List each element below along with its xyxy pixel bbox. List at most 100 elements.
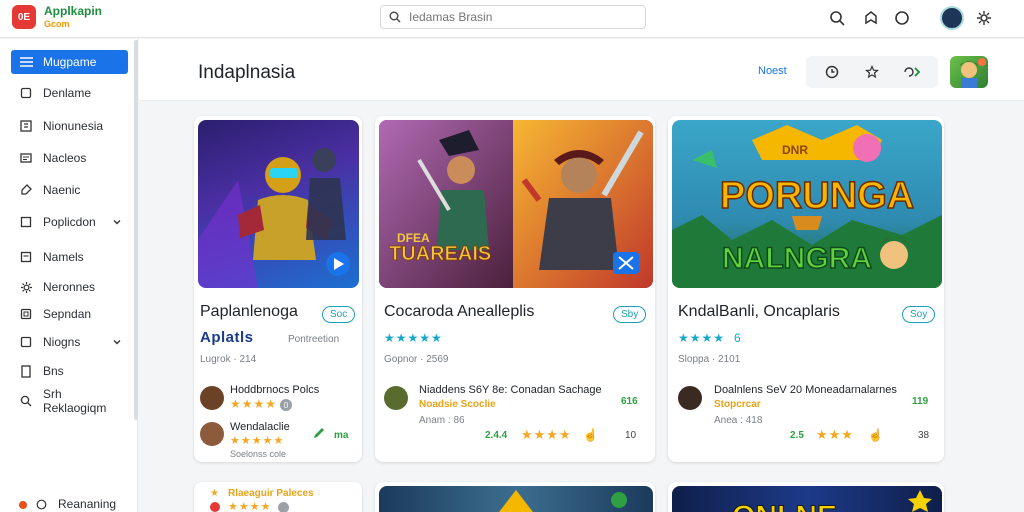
game-meta: Gopnor · 2569 [384,354,449,365]
genre-pill[interactable]: Soc [322,306,356,323]
sidebar-scrollbar[interactable] [134,40,138,420]
review-sub: Anea : 418 [714,415,763,426]
sidebar-item-label: Poplicdon [43,215,96,229]
search-icon [389,11,401,23]
tag-icon [19,183,33,197]
star-icon[interactable] [861,61,883,83]
thumb-title-word: ONLNE [732,500,837,512]
gear-icon [19,280,33,294]
review-lead: 2.4.4 [485,430,508,441]
game-meta: Lugrok · 214 [200,354,257,365]
game-card-6[interactable]: ONLNE [668,482,944,512]
menu-icon [19,55,33,69]
search-input[interactable] [409,10,629,24]
sidebar-item-0[interactable]: Mugpame [11,50,128,74]
sidebar-item-9[interactable]: Niogns [11,330,128,354]
folder-icon [19,335,33,349]
review-tag: Soelonss cole [230,449,287,459]
search-box[interactable] [380,5,646,29]
app-name-text: Applkapin [44,4,103,18]
top-bar: 0E Applkapin Gcom [0,0,1024,38]
sidebar-footer[interactable]: Reananing [8,492,125,512]
game-card-4[interactable]: ★ Rlaeaguir Paleces ★★★★ [194,482,362,512]
app-name-sub: Gcom [44,19,70,29]
toolbar [806,56,938,88]
reviewer-name[interactable]: Hoddbrnocs Polcs [230,384,319,396]
review-count: 10 [625,430,637,441]
sidebar-item-4[interactable]: Naenic [11,178,128,202]
thumbs-up-icon[interactable]: ☝ [583,428,598,442]
thumb-tag-word: DNR [782,143,808,157]
thumbs-up-icon[interactable]: ☝ [868,428,883,442]
genre-pill[interactable]: Sby [613,306,647,323]
review-lead: 2.5 [790,430,804,441]
game-rating-stars: ★★★★★ [384,331,443,345]
edit-icon[interactable] [312,426,326,445]
reviewer-avatar [678,386,702,410]
game-title[interactable]: KndalBanli, Oncaplaris [678,303,840,321]
game-meta: Sloppa · 2101 [678,354,741,365]
file-icon [19,364,33,378]
review-stars: ★★★★ [521,427,572,442]
genre-pill[interactable]: Soy [902,306,936,323]
trophy-icon: ★ [210,488,219,499]
sidebar-item-label: Niogns [43,335,81,349]
flame-icon [16,497,30,511]
review-count: 119 [912,396,929,407]
game-card-1[interactable]: Paplanlenoga Soc Aplatls Pontreetion Lug… [194,116,362,462]
sidebar-item-1[interactable]: Denlame [11,81,128,105]
game-thumbnail[interactable]: DNR PORUNGA NALNGRA [672,120,942,288]
sidebar-item-7[interactable]: Neronnes [11,275,128,299]
game-subtitle: Aplatls [200,329,254,346]
sidebar-item-10[interactable]: Bns [11,359,128,383]
reviewer-tag: Stopcrcar [714,399,761,410]
search-icon[interactable] [828,9,846,27]
user-avatar[interactable] [940,6,964,30]
search-icon [19,394,33,408]
sidebar-item-label: Denlame [43,86,92,100]
game-title[interactable]: Rlaeaguir Paleces [228,488,314,499]
sidebar-item-3[interactable]: Nacleos [11,146,128,170]
sidebar-item-label: Bns [43,364,64,378]
game-thumbnail[interactable] [379,486,653,512]
grid-icon [19,119,33,133]
sidebar-item-label: Sepndan [43,307,92,321]
game-secondary: Pontreetion [288,334,340,345]
clock-icon[interactable] [821,61,843,83]
review-stars: ★★★★ [228,501,272,512]
sidebar-item-11[interactable]: Srh Reklaogiqm [11,387,128,415]
sort-newest-link[interactable]: Noest [758,65,787,77]
reviewer-name[interactable]: Niaddens S6Y 8e: Conadan Sachage [419,384,602,396]
game-rating-stars: ★★★★ [678,331,726,345]
chevron-down-icon[interactable] [112,336,122,350]
game-card-2[interactable]: DFEA TUAREAIS Cocaroda Anealleplis Sby ★… [375,116,655,462]
refresh-icon[interactable] [901,61,923,83]
review-badge [278,502,289,512]
app-logo[interactable]: 0E [12,5,36,29]
game-title[interactable]: Cocaroda Anealleplis [384,303,534,321]
game-thumbnail[interactable]: DFEA TUAREAIS [379,120,653,288]
reviewer-name[interactable]: Doalnlens SeV 20 Moneadarnalarnes [714,384,897,396]
game-thumbnail[interactable]: ONLNE [672,486,942,512]
sidebar-item-6[interactable]: Namels [11,245,128,269]
settings-icon[interactable] [975,9,993,27]
sidebar-item-5[interactable]: Poplicdon [11,210,128,234]
game-card-5[interactable] [375,482,655,512]
reviewer-avatar [384,386,408,410]
status-circle-icon[interactable] [893,9,911,27]
reviewer-name[interactable]: Wendalaclie [230,421,290,433]
game-thumbnail[interactable] [198,120,359,288]
sidebar-item-8[interactable]: Sepndan [11,302,128,326]
game-title[interactable]: Paplanlenoga [200,303,298,321]
game-card-3[interactable]: DNR PORUNGA NALNGRA KndalBanli, Oncaplar… [668,116,944,462]
chevron-down-icon[interactable] [112,216,122,230]
sidebar-item-2[interactable]: Nionunesia [11,114,128,138]
thumb-caption-line2: TUAREAIS [389,243,491,265]
profile-avatar[interactable] [950,56,988,88]
sidebar-item-label: Naenic [43,183,81,197]
sidebar-item-label: Mugpame [43,55,97,69]
sidebar-item-label: Nacleos [43,151,87,165]
review-stars: ★★★★★ [230,435,285,447]
extension-icon[interactable] [862,9,880,27]
reviewer-avatar [200,386,224,410]
